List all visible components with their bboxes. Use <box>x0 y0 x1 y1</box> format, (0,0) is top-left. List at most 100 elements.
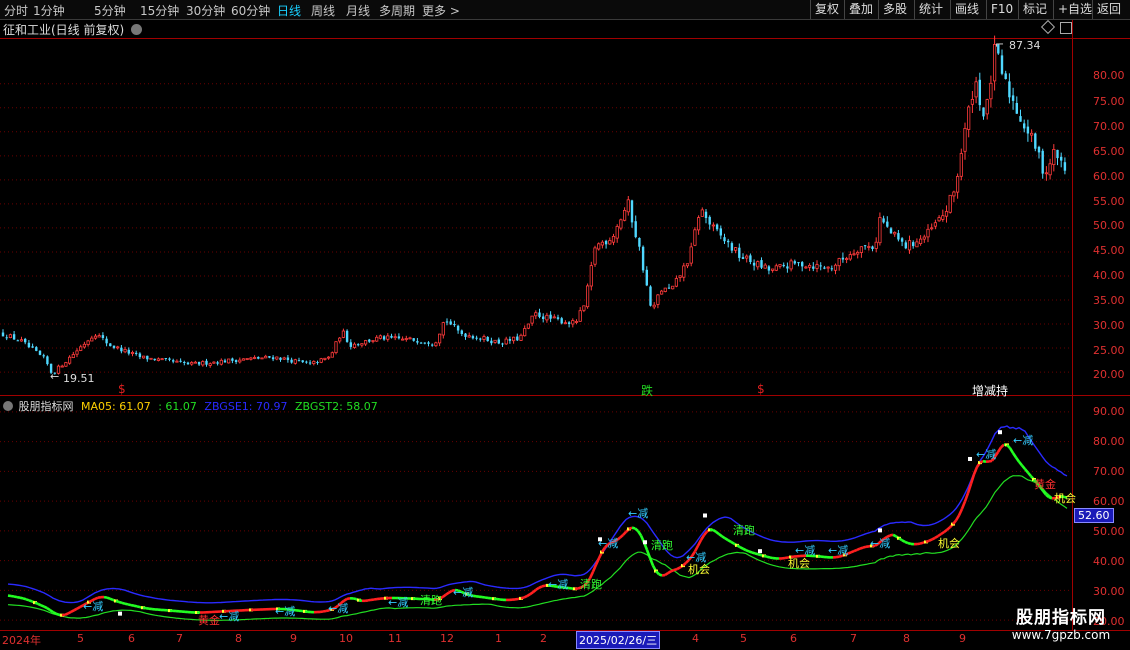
ma05-segment <box>130 603 135 607</box>
candle-body <box>519 334 523 341</box>
candle-body <box>623 209 627 221</box>
zbgst2-line <box>7 475 1068 621</box>
candle <box>234 359 238 365</box>
candle-body <box>889 228 893 234</box>
date-tick: 9 <box>290 632 297 645</box>
candle <box>116 345 120 350</box>
candle <box>349 339 352 350</box>
indicator-lines <box>7 425 1068 621</box>
candle <box>600 240 605 249</box>
candle-body <box>241 358 246 361</box>
ma05-segment <box>718 533 723 538</box>
indicator-tick: 90.00 <box>1093 405 1125 418</box>
candle-body <box>919 238 923 245</box>
ma05-segment <box>645 549 652 559</box>
candlestick-series <box>1 35 1067 375</box>
signal-dot <box>998 430 1002 435</box>
event-marker-1[interactable]: $ <box>118 382 126 396</box>
candle <box>574 319 579 325</box>
candle <box>216 360 219 366</box>
date-tick: 5 <box>740 632 747 645</box>
high-arrow-icon: ⌐ <box>995 38 1005 51</box>
candle <box>1019 109 1022 122</box>
ma05-segment <box>10 594 15 598</box>
indicator-tick: 80.00 <box>1093 435 1125 448</box>
date-tick: 7 <box>176 632 183 645</box>
candle <box>135 350 138 356</box>
candle-body <box>786 266 789 269</box>
candle <box>105 336 108 347</box>
candle-body <box>560 318 563 324</box>
candle-body <box>456 325 460 331</box>
candle-body <box>1026 126 1030 134</box>
candle <box>619 218 623 231</box>
event-marker-3[interactable]: $ <box>757 382 765 396</box>
candle-body <box>146 355 149 360</box>
indicator-tick: 70.00 <box>1093 465 1125 478</box>
ma05-segment <box>109 597 114 602</box>
candle <box>338 337 342 344</box>
candle <box>297 357 301 362</box>
candle <box>959 148 963 181</box>
candle <box>497 337 500 345</box>
ma05-segment <box>37 602 42 607</box>
ma05-segment <box>445 591 450 596</box>
candle-body <box>445 321 449 323</box>
candle <box>290 357 293 364</box>
candle <box>308 360 312 366</box>
candle-body <box>715 224 719 230</box>
candle <box>156 357 160 362</box>
ma05-segment <box>1000 443 1005 449</box>
candle-body <box>437 333 442 344</box>
ma05-segment <box>742 547 747 552</box>
candle-body <box>508 339 512 341</box>
signal-huangjin: 黄金 <box>1034 478 1056 491</box>
candle-body <box>1011 95 1015 101</box>
candle <box>5 334 8 341</box>
candle <box>419 341 423 344</box>
candle <box>649 285 652 307</box>
watermark: 股朋指标网 www.7gpzb.com <box>996 603 1126 642</box>
chevron-down-icon[interactable] <box>3 401 13 411</box>
candle-body <box>467 335 471 338</box>
candle <box>682 262 686 282</box>
candle-body <box>19 339 24 342</box>
candle <box>1037 145 1041 159</box>
event-marker-4[interactable]: 增减持 <box>972 382 1008 399</box>
candle-body <box>357 344 360 346</box>
candle <box>771 268 775 273</box>
date-tick: 5 <box>77 632 84 645</box>
candle <box>412 338 415 342</box>
ma05-segment <box>448 589 453 594</box>
event-marker-2[interactable]: 跌 <box>641 382 653 399</box>
candle <box>441 321 445 339</box>
ma05-segment <box>472 594 477 598</box>
candle-body <box>116 346 120 349</box>
candle <box>815 260 819 273</box>
date-tick: 2024年 <box>2 634 41 647</box>
candle-body <box>12 334 16 340</box>
ma05-segment <box>952 519 957 525</box>
candle-body <box>826 266 830 269</box>
candle <box>404 335 408 342</box>
candle-body <box>967 106 971 130</box>
candle-body <box>1056 149 1059 159</box>
candle <box>423 342 426 345</box>
candle-body <box>197 361 201 365</box>
candle-body <box>549 314 552 319</box>
candle-body <box>956 176 960 193</box>
ma05-segment <box>22 597 27 601</box>
kline-chart[interactable] <box>0 0 1130 650</box>
candle <box>545 312 549 323</box>
candle-body <box>212 361 216 364</box>
candle <box>1044 166 1048 181</box>
candle-body <box>649 286 652 306</box>
ma05-segment <box>739 545 744 550</box>
candle-body <box>693 229 697 246</box>
candle <box>397 333 401 340</box>
candle-body <box>1030 132 1034 136</box>
signal-jihui: 机会 <box>938 537 960 550</box>
candle <box>146 355 149 362</box>
candle <box>789 258 793 272</box>
candle <box>867 242 871 251</box>
